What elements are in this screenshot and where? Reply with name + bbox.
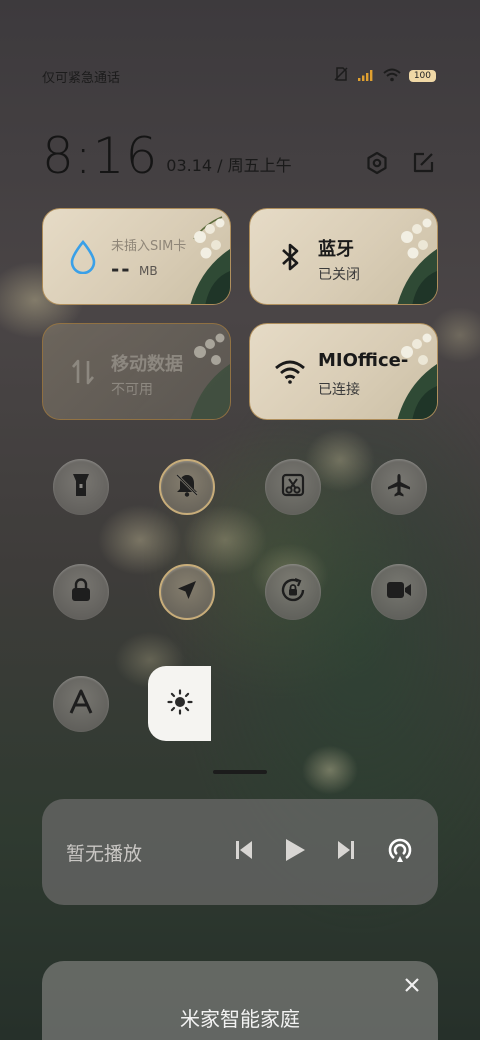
airplane-toggle[interactable] (371, 459, 427, 515)
data-usage-unit: MB (139, 264, 158, 278)
wifi-icon (272, 354, 308, 390)
location-toggle[interactable] (159, 564, 215, 620)
mobile-data-icon (65, 354, 101, 390)
play-icon[interactable] (284, 837, 306, 867)
drag-handle[interactable] (213, 770, 267, 774)
airplane-icon (386, 472, 412, 502)
water-drop-icon (65, 239, 101, 275)
screenshot-icon (280, 472, 306, 502)
header-actions (364, 150, 436, 176)
no-sim-icon (333, 66, 349, 86)
lily-decoration (397, 218, 437, 304)
battery-icon: 100 (408, 70, 436, 82)
lock-toggle[interactable] (53, 564, 109, 620)
mobile-data-tile[interactable]: 移动数据 不可用 (42, 323, 231, 420)
edit-icon[interactable] (410, 150, 436, 176)
media-status-label: 暂无播放 (66, 842, 143, 865)
lily-decoration (190, 333, 230, 419)
brightness-slider[interactable] (148, 666, 211, 741)
flashlight-toggle[interactable] (53, 459, 109, 515)
signal-icon (357, 67, 375, 86)
settings-icon[interactable] (364, 150, 390, 176)
clock-row: 8:16 03.14 / 周五上午 (42, 122, 436, 182)
wifi-tile[interactable]: MIOffice- 已连接 (249, 323, 438, 420)
data-usage-tile[interactable]: 未插入SIM卡 -- MB (42, 208, 231, 305)
bluetooth-title: 蓝牙 (318, 239, 354, 260)
bluetooth-status: 已关闭 (318, 267, 360, 283)
carrier-text: 仅可紧急通话 (42, 70, 121, 86)
screen-record-toggle[interactable] (371, 564, 427, 620)
media-controls (234, 836, 414, 868)
status-bar: 仅可紧急通话 100 (42, 66, 436, 86)
location-icon (175, 578, 199, 606)
lily-decoration (190, 216, 230, 304)
status-icons: 100 (333, 66, 436, 86)
bluetooth-icon (272, 239, 308, 275)
rotate-lock-icon (279, 576, 307, 608)
lock-icon (69, 577, 93, 607)
next-icon[interactable] (336, 839, 356, 865)
date: 03.14 / 周五上午 (166, 156, 292, 175)
video-icon (385, 579, 413, 605)
media-player: 暂无播放 (42, 799, 438, 905)
previous-icon[interactable] (234, 839, 254, 865)
bluetooth-tile[interactable]: 蓝牙 已关闭 (249, 208, 438, 305)
mute-toggle[interactable] (159, 459, 215, 515)
wifi-status: 已连接 (318, 382, 360, 398)
font-toggle[interactable] (53, 676, 109, 732)
flashlight-icon (70, 472, 92, 502)
smart-home-title: 米家智能家庭 (180, 1007, 300, 1031)
data-usage-value: -- (111, 257, 132, 281)
wifi-icon (383, 67, 401, 86)
cast-icon[interactable] (386, 836, 414, 868)
bell-off-icon (174, 472, 200, 502)
auto-rotate-toggle[interactable] (265, 564, 321, 620)
font-a-icon (67, 688, 95, 720)
smart-home-card[interactable]: 米家智能家庭 (42, 961, 438, 1040)
sun-icon (166, 688, 194, 720)
clock: 8:16 (42, 127, 159, 185)
lily-decoration (397, 333, 437, 419)
close-icon[interactable] (400, 973, 424, 997)
screenshot-toggle[interactable] (265, 459, 321, 515)
mobile-data-status: 不可用 (111, 382, 153, 398)
